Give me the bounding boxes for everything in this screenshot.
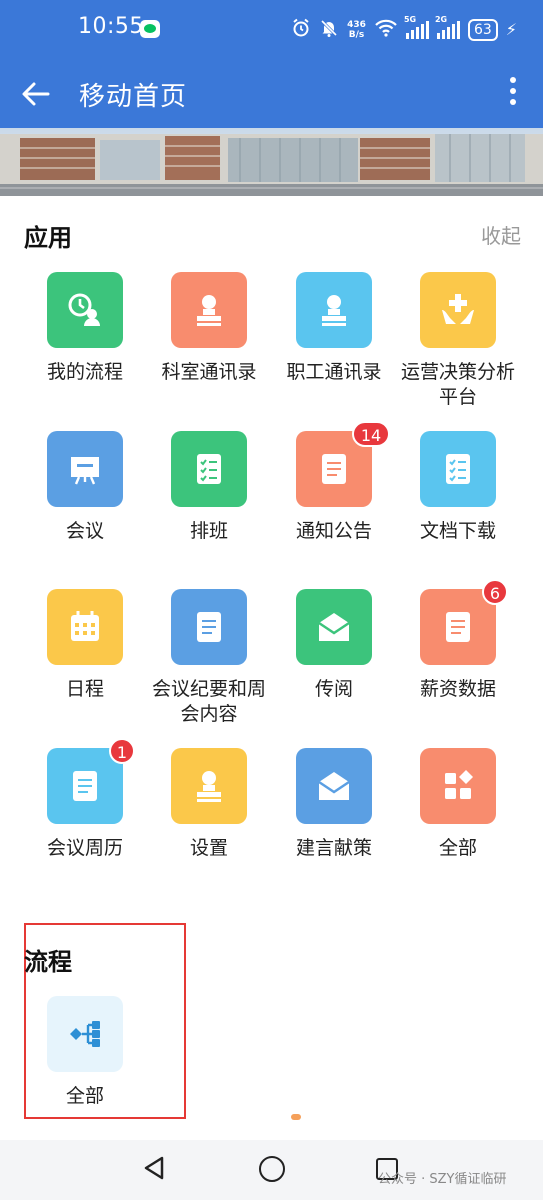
more-vertical-icon[interactable] [509,77,517,111]
grid-apps-icon [420,748,496,824]
app-dept-contacts[interactable]: 科室通讯录 [147,272,271,385]
status-bar: 10:55 436 B/s 5G 2G 63 ⚡ [0,0,543,60]
contact-stamp-icon [171,272,247,348]
app-label: 全部 [438,837,477,859]
hands-medical-cross-icon [420,272,496,348]
nav-back-triangle-icon[interactable] [142,1155,166,1185]
document-icon: 6 [420,579,508,665]
process-all[interactable]: 全部 [23,996,147,1109]
app-label: 会议纪要和周会内容 [151,678,266,725]
app-staff-contacts[interactable]: 职工通讯录 [272,272,396,385]
app-my-process[interactable]: 我的流程 [23,272,147,385]
app-label: 职工通讯录 [286,361,382,383]
app-schedule[interactable]: 日程 [23,589,147,702]
open-envelope-icon [296,748,372,824]
status-time: 10:55 [78,14,144,39]
signal-2g-icon: 2G [435,15,460,39]
page-indicator-dot [291,1114,301,1120]
app-label: 传阅 [314,678,353,700]
app-label: 薪资数据 [419,678,496,700]
app-label: 设置 [189,837,228,859]
app-settings[interactable]: 设置 [147,748,271,861]
app-label: 会议 [65,520,104,542]
app-label: 科室通讯录 [161,361,257,383]
notification-badge: 6 [481,579,508,605]
process-tree-icon [47,996,123,1072]
notification-badge: 14 [352,421,390,447]
network-speed: 436 B/s [347,20,366,40]
app-ops-decision-platform[interactable]: 运营决策分析平台 [396,272,520,410]
page-title: 移动首页 [79,82,188,112]
document-icon: 1 [47,738,135,824]
contact-stamp-icon [171,748,247,824]
battery-indicator: 63 [467,19,498,41]
apps-section-title: 应用 [24,224,72,252]
watermark-text: 公众号 · SZY循证临研 [378,1172,507,1187]
checklist-icon [171,431,247,507]
app-meeting-minutes[interactable]: 会议纪要和周会内容 [147,589,271,727]
document-icon: 14 [296,421,390,507]
app-label: 运营决策分析平台 [400,361,515,408]
app-label: 会议周历 [46,837,123,859]
app-label: 全部 [65,1085,104,1107]
charging-bolt-icon: ⚡ [505,20,517,39]
app-label: 排班 [189,520,228,542]
signal-5g-label: 5G [403,15,417,24]
presentation-board-icon [47,431,123,507]
app-meeting[interactable]: 会议 [23,431,147,544]
app-notices[interactable]: 14 通知公告 [272,421,396,544]
checklist-icon [420,431,496,507]
app-label: 建言献策 [295,837,372,859]
status-icons: 436 B/s 5G 2G 63 ⚡ [291,15,517,44]
nav-home-circle-icon[interactable] [259,1156,285,1182]
net-speed-value: 436 [347,20,366,30]
signal-5g-icon: 5G [404,15,429,39]
app-all[interactable]: 全部 [396,748,520,861]
app-label: 通知公告 [295,520,372,542]
system-nav-bar: 公众号 · SZY循证临研 [0,1140,543,1200]
process-clock-person-icon [47,272,123,348]
app-label: 我的流程 [46,361,123,383]
notification-badge: 1 [108,738,135,764]
app-suggestions[interactable]: 建言献策 [272,748,396,861]
alarm-icon [291,18,311,43]
collapse-button[interactable]: 收起 [481,220,521,249]
header-banner-image [0,128,543,196]
app-bar: 移动首页 [0,60,543,128]
wechat-notification-icon [140,20,160,38]
back-arrow-icon[interactable] [20,78,52,110]
document-icon [171,589,247,665]
wifi-icon [374,18,398,43]
app-scheduling[interactable]: 排班 [147,431,271,544]
app-document-download[interactable]: 文档下载 [396,431,520,544]
app-label: 文档下载 [419,520,496,542]
app-label: 日程 [65,678,104,700]
app-circulate[interactable]: 传阅 [272,589,396,702]
net-speed-unit: B/s [348,30,365,40]
signal-2g-label: 2G [434,15,448,24]
app-meeting-calendar[interactable]: 1 会议周历 [23,738,147,861]
contact-stamp-icon [296,272,372,348]
mute-bell-icon [319,18,339,43]
calendar-icon [47,589,123,665]
open-envelope-icon [296,589,372,665]
process-section-title: 流程 [24,948,72,976]
app-salary-data[interactable]: 6 薪资数据 [396,579,520,702]
